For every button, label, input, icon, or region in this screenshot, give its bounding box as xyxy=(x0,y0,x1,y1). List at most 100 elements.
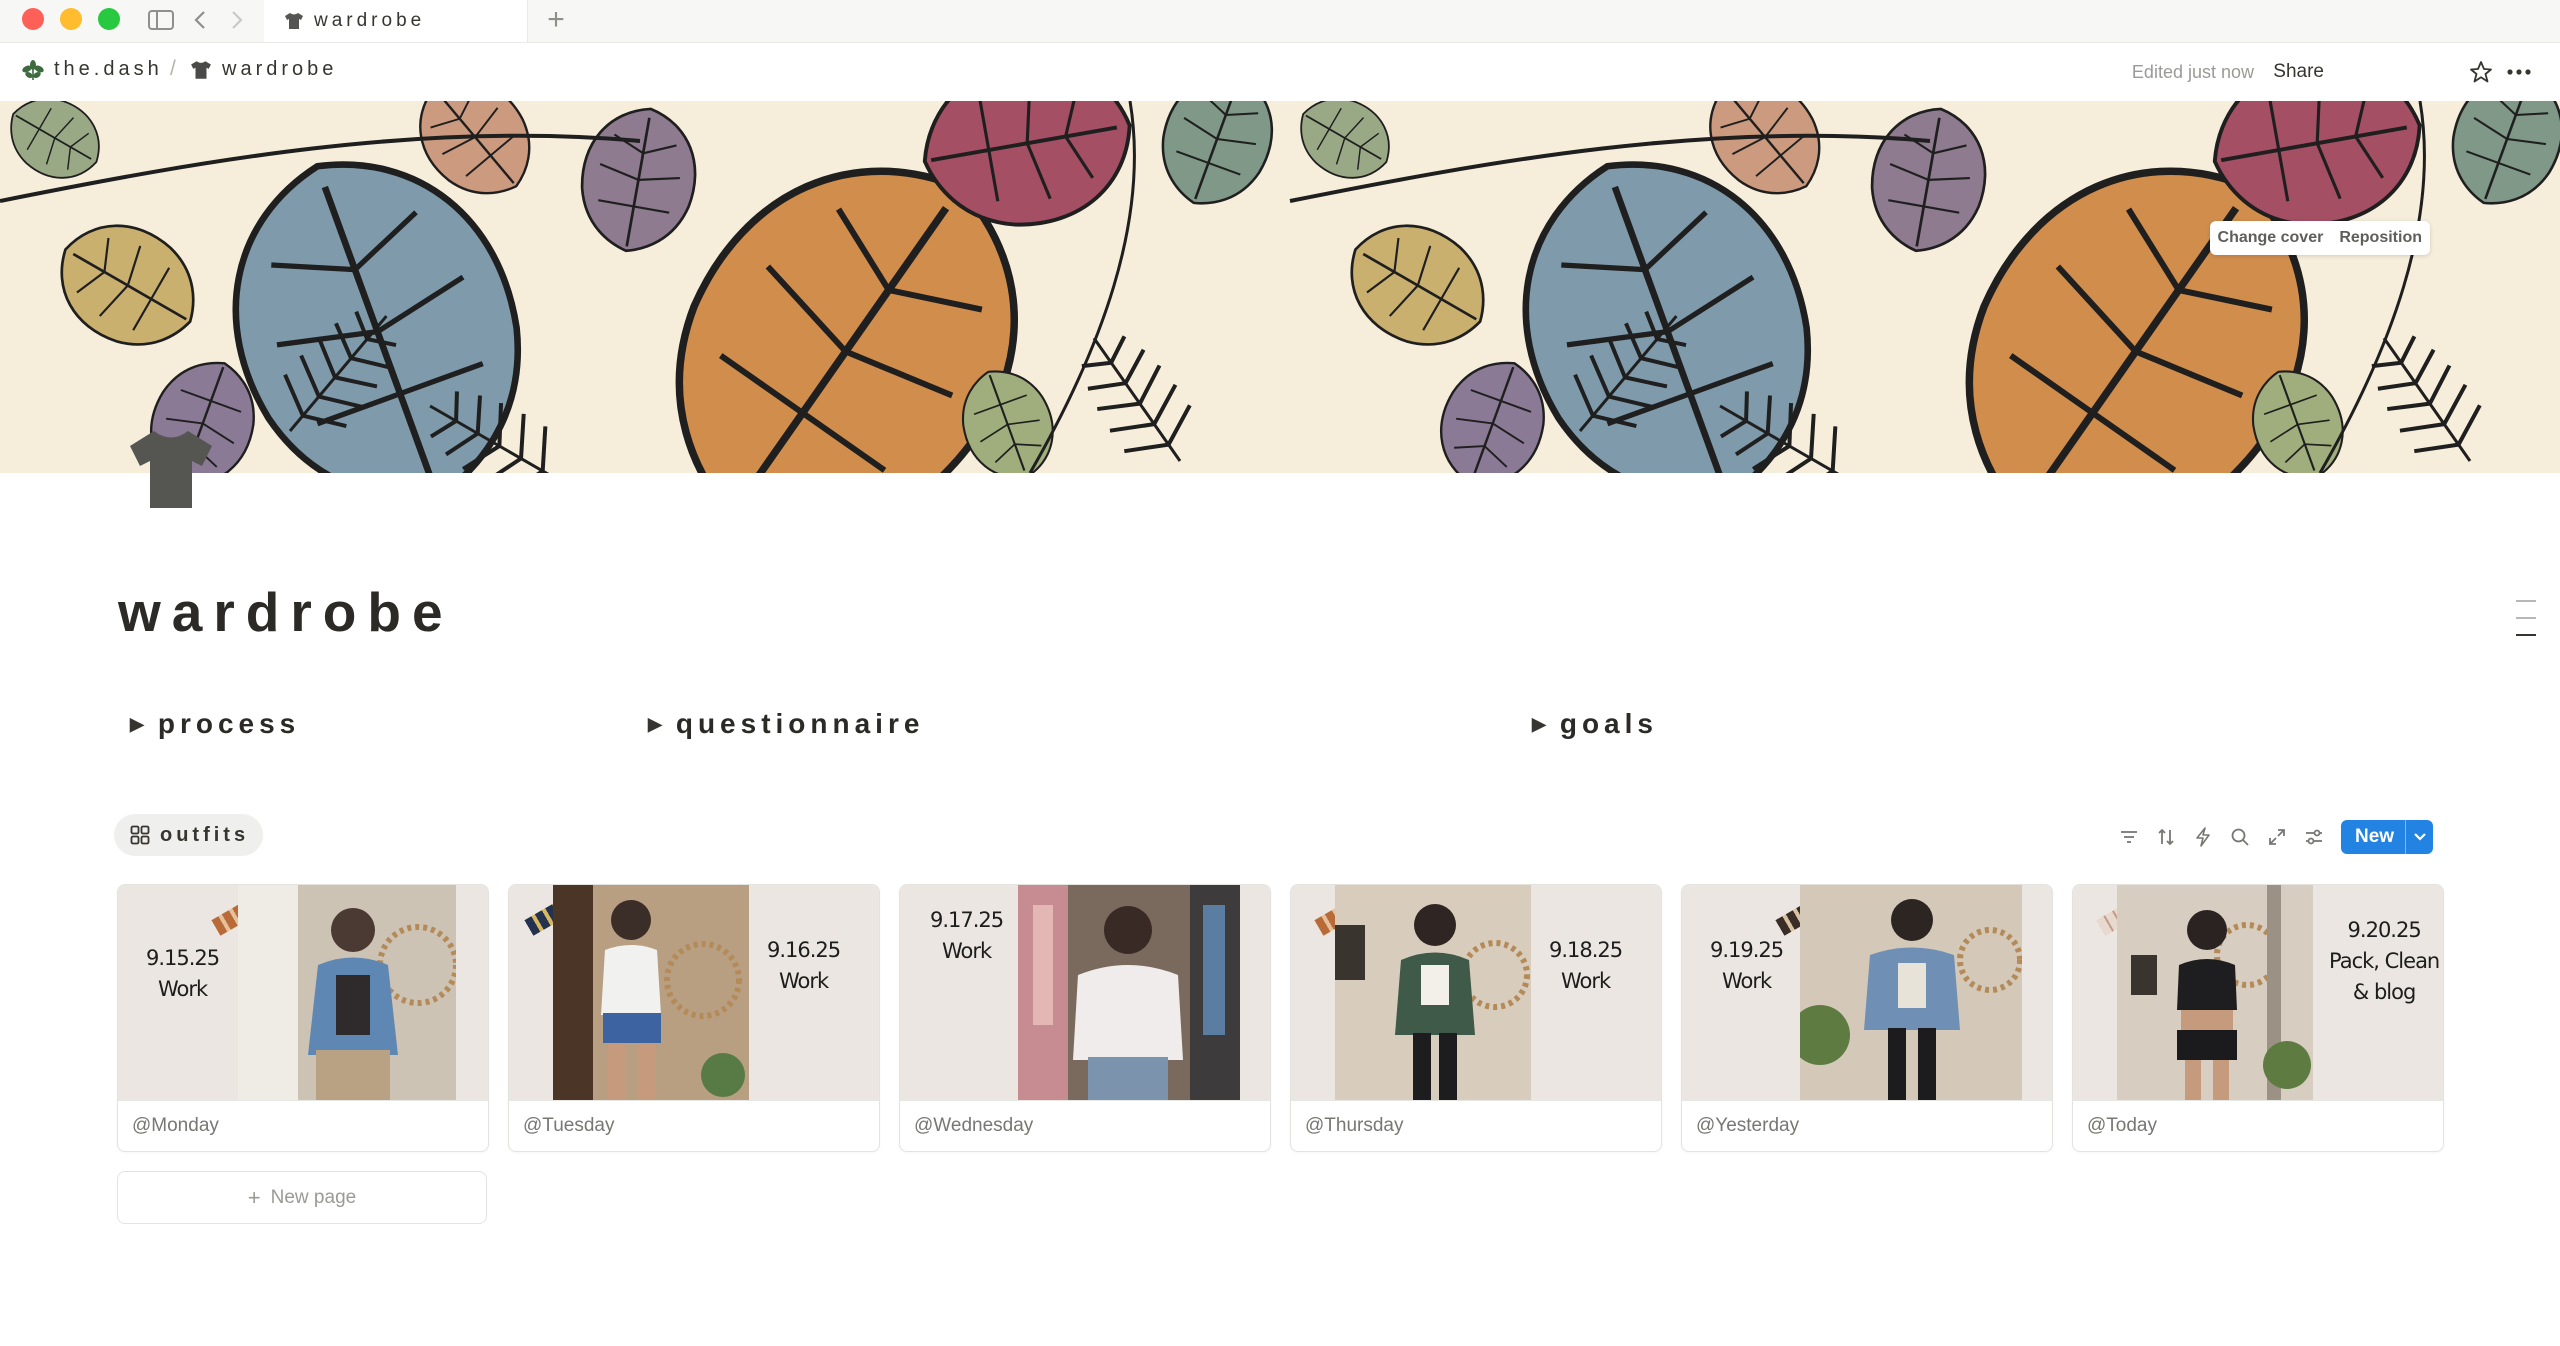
filter-icon[interactable] xyxy=(2110,820,2147,854)
card-note: Work xyxy=(941,939,992,963)
page-cover-image: Change cover Reposition xyxy=(0,101,2560,473)
outfit-photo xyxy=(1018,885,1240,1100)
gallery-card[interactable]: 9.17.25 Work @Wednesday xyxy=(899,884,1271,1152)
outfit-photo xyxy=(2117,885,2313,1100)
view-tab-label: outfits xyxy=(160,823,250,846)
reposition-button[interactable]: Reposition xyxy=(2331,221,2430,255)
share-button[interactable]: Share xyxy=(2273,61,2324,83)
breadcrumb-item-the-dash[interactable]: the.dash xyxy=(22,58,163,81)
gallery-view-icon xyxy=(130,825,150,845)
card-date: 9.16.25 xyxy=(767,938,841,962)
card-date: 9.18.25 xyxy=(1549,938,1623,962)
favorite-star-icon[interactable] xyxy=(2464,55,2498,89)
card-date-note: 9.17.25 Work xyxy=(930,905,1004,967)
tshirt-icon xyxy=(130,431,212,508)
page-title[interactable]: wardrobe xyxy=(118,580,454,644)
card-date-note: 9.15.25 Work xyxy=(146,943,220,1005)
card-note: Pack, Clean & blog xyxy=(2329,949,2440,1004)
card-cover: 9.15.25 Work xyxy=(118,885,488,1101)
card-date-note: 9.16.25 Work xyxy=(767,935,841,997)
plus-icon: + xyxy=(247,1184,261,1210)
card-title: @Monday xyxy=(132,1115,219,1136)
plant-icon xyxy=(22,59,44,80)
card-title: @Thursday xyxy=(1305,1115,1404,1136)
card-date: 9.20.25 xyxy=(2347,918,2422,942)
card-cover: 9.20.25 Pack, Clean & blog xyxy=(2073,885,2443,1101)
toggle-goals[interactable]: ▶ goals xyxy=(1532,708,1658,740)
back-icon[interactable] xyxy=(188,5,212,35)
toggle-process[interactable]: ▶ process xyxy=(130,708,300,740)
gallery-card[interactable]: 9.16.25 Work @Tuesday xyxy=(508,884,880,1152)
minimize-window-button[interactable] xyxy=(60,8,82,30)
new-button-label: New xyxy=(2355,826,2395,847)
card-date-note: 9.18.25 Work xyxy=(1549,935,1623,997)
tshirt-icon xyxy=(285,13,303,29)
automation-lightning-icon[interactable] xyxy=(2184,820,2221,854)
forward-icon[interactable] xyxy=(225,5,249,35)
gallery: 9.15.25 Work @Monday 9.16.25 Work @Tuesday xyxy=(117,884,2444,1152)
outfit-photo xyxy=(238,885,456,1100)
cover-controls: Change cover Reposition xyxy=(2209,221,2430,255)
card-date-note: 9.19.25 Work xyxy=(1710,935,1784,997)
card-title: @Wednesday xyxy=(914,1115,1034,1136)
card-note: Work xyxy=(1560,969,1611,993)
maximize-window-button[interactable] xyxy=(98,8,120,30)
page-topbar: the.dash / wardrobe Edited just now Shar… xyxy=(0,43,2560,101)
change-cover-button[interactable]: Change cover xyxy=(2210,221,2332,255)
tshirt-icon xyxy=(191,60,211,79)
card-note: Work xyxy=(157,977,208,1001)
settings-sliders-icon[interactable] xyxy=(2295,820,2332,854)
expand-icon[interactable] xyxy=(2258,820,2295,854)
toggle-arrow-icon[interactable]: ▶ xyxy=(1532,714,1546,735)
card-date: 9.17.25 xyxy=(930,908,1004,932)
toc-marker[interactable] xyxy=(2516,617,2536,619)
toggle-questionnaire[interactable]: ▶ questionnaire xyxy=(648,708,924,740)
outfit-photo xyxy=(1800,885,2022,1100)
toggle-label: questionnaire xyxy=(675,708,925,739)
card-cover: 9.16.25 Work xyxy=(509,885,879,1101)
outfit-photo xyxy=(1335,885,1531,1100)
toc-marker-active[interactable] xyxy=(2516,634,2536,636)
toc-marker[interactable] xyxy=(2516,600,2536,602)
sort-icon[interactable] xyxy=(2147,820,2184,854)
more-options-icon[interactable] xyxy=(2502,55,2536,89)
cover-leaf-pattern xyxy=(0,101,2560,473)
gallery-card[interactable]: 9.15.25 Work @Monday xyxy=(117,884,489,1152)
card-date: 9.19.25 xyxy=(1710,938,1784,962)
search-icon[interactable] xyxy=(2221,820,2258,854)
breadcrumb-separator: / xyxy=(170,57,176,80)
gallery-card[interactable]: 9.19.25 Work @Yesterday xyxy=(1681,884,2053,1152)
card-cover: 9.17.25 Work xyxy=(900,885,1270,1101)
outfit-photo xyxy=(553,885,749,1100)
tab-title: wardrobe xyxy=(314,10,426,31)
new-page-button[interactable]: + New page xyxy=(117,1171,487,1224)
card-date-note: 9.20.25 Pack, Clean & blog xyxy=(2329,915,2440,1008)
toggle-label: goals xyxy=(1559,708,1658,739)
sidebar-toggle-icon[interactable] xyxy=(146,5,176,35)
card-note: Work xyxy=(1721,969,1772,993)
toggle-label: process xyxy=(157,708,301,739)
card-date: 9.15.25 xyxy=(146,946,220,970)
gallery-card[interactable]: 9.18.25 Work @Thursday xyxy=(1290,884,1662,1152)
gallery-card[interactable]: 9.20.25 Pack, Clean & blog @Today xyxy=(2072,884,2444,1152)
card-cover: 9.18.25 Work xyxy=(1291,885,1661,1101)
browser-chrome: wardrobe + xyxy=(0,0,2560,43)
toggle-arrow-icon[interactable]: ▶ xyxy=(648,714,662,735)
page-icon-tshirt[interactable] xyxy=(126,428,216,510)
card-title: @Today xyxy=(2087,1115,2157,1136)
view-tab-outfits[interactable]: outfits xyxy=(114,814,264,856)
card-note: Work xyxy=(778,969,829,993)
breadcrumb-label: wardrobe xyxy=(222,58,338,80)
close-window-button[interactable] xyxy=(22,8,44,30)
card-cover: 9.19.25 Work xyxy=(1682,885,2052,1101)
toggle-arrow-icon[interactable]: ▶ xyxy=(130,714,144,735)
browser-tab[interactable]: wardrobe xyxy=(264,0,528,42)
card-title: @Tuesday xyxy=(523,1115,615,1136)
edited-status: Edited just now xyxy=(2131,62,2254,82)
new-tab-button[interactable]: + xyxy=(540,3,572,36)
new-page-label: New page xyxy=(270,1186,357,1208)
chevron-down-icon[interactable] xyxy=(2405,820,2433,854)
breadcrumb-label: the.dash xyxy=(54,58,163,80)
breadcrumb-item-wardrobe[interactable]: wardrobe xyxy=(190,58,337,81)
new-button[interactable]: New xyxy=(2341,820,2433,854)
